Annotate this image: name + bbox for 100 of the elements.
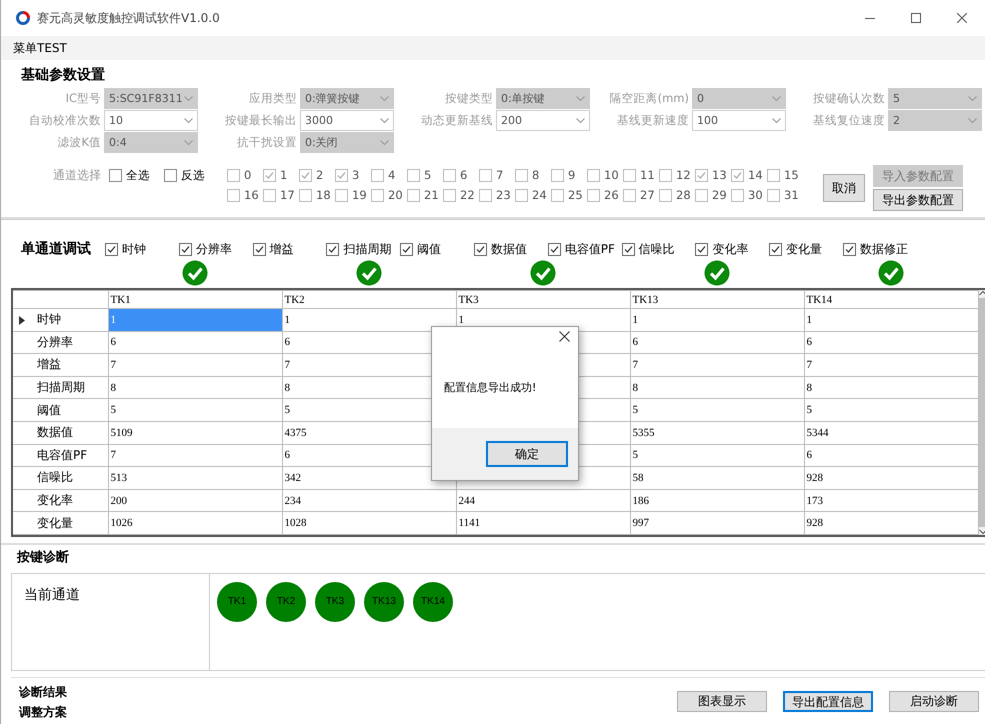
table-cell[interactable]: 58: [630, 466, 804, 490]
channel-checkbox[interactable]: 7: [479, 165, 515, 185]
table-cell[interactable]: 928: [804, 466, 978, 490]
channel-checkbox[interactable]: 22: [443, 185, 479, 205]
channel-checkbox[interactable]: 18: [299, 185, 335, 205]
checkbox[interactable]: 扫描周期: [326, 240, 400, 258]
channel-checkbox[interactable]: 23: [479, 185, 515, 205]
table-cell[interactable]: 997: [630, 512, 804, 534]
checkbox-icon[interactable]: [299, 168, 312, 182]
table-cell[interactable]: 1: [804, 308, 978, 332]
action-button[interactable]: 导出配置信息: [783, 691, 873, 712]
table-cell[interactable]: 200: [108, 489, 282, 512]
checkbox-icon[interactable]: [263, 188, 276, 202]
table-cell[interactable]: 5: [630, 444, 804, 467]
checkbox[interactable]: 变化量: [769, 240, 843, 258]
channel-checkbox[interactable]: 24: [515, 185, 551, 205]
channel-checkbox[interactable]: 16: [227, 185, 263, 205]
column-header[interactable]: TK2: [282, 290, 456, 308]
checkbox-icon[interactable]: [515, 168, 528, 182]
checkbox-icon[interactable]: [407, 188, 420, 202]
channel-checkbox[interactable]: 14: [731, 165, 767, 185]
checkbox-icon[interactable]: [479, 168, 492, 182]
scroll-down-icon[interactable]: [978, 528, 985, 535]
table-cell[interactable]: 1026: [108, 512, 282, 534]
table-cell[interactable]: 7: [804, 354, 978, 376]
checkbox[interactable]: 电容值PF: [548, 240, 622, 258]
table-cell[interactable]: 173: [804, 489, 978, 512]
channel-checkbox[interactable]: 26: [587, 185, 623, 205]
checkbox-icon[interactable]: [371, 168, 384, 182]
dropdown[interactable]: 10: [104, 110, 198, 131]
table-cell[interactable]: 6: [108, 331, 282, 354]
scroll-up-icon[interactable]: [978, 290, 985, 296]
column-header[interactable]: TK13: [630, 290, 804, 308]
table-cell[interactable]: 234: [282, 489, 456, 512]
channel-checkbox[interactable]: 0: [227, 165, 263, 185]
channel-checkbox[interactable]: 6: [443, 165, 479, 185]
checkbox-icon[interactable]: [842, 242, 856, 256]
checkbox-icon[interactable]: [587, 188, 600, 202]
table-cell[interactable]: 513: [108, 466, 282, 490]
channel-checkbox[interactable]: 29: [695, 185, 731, 205]
checkbox-icon[interactable]: [767, 168, 780, 182]
column-header[interactable]: TK1: [108, 290, 282, 308]
channel-checkbox[interactable]: 3: [335, 165, 371, 185]
dropdown[interactable]: 200: [496, 110, 590, 131]
channel-checkbox[interactable]: 21: [407, 185, 443, 205]
table-cell[interactable]: 5: [804, 398, 978, 422]
table-cell[interactable]: 928: [804, 512, 978, 534]
channel-checkbox[interactable]: 31: [767, 185, 803, 205]
table-cell[interactable]: 5: [108, 398, 282, 422]
table-cell[interactable]: 244: [456, 489, 630, 512]
channel-checkbox[interactable]: 10: [587, 165, 623, 185]
checkbox-icon[interactable]: [299, 188, 312, 202]
table-cell[interactable]: 6: [630, 331, 804, 354]
checkbox-icon[interactable]: [548, 242, 561, 256]
checkbox-icon[interactable]: [659, 188, 672, 202]
channel-checkbox[interactable]: 19: [335, 185, 371, 205]
checkbox[interactable]: 全选: [109, 165, 150, 185]
checkbox-icon[interactable]: [407, 168, 420, 182]
channel-checkbox[interactable]: 17: [263, 185, 299, 205]
checkbox[interactable]: 增益: [252, 240, 326, 258]
channel-checkbox[interactable]: 25: [551, 185, 587, 205]
checkbox[interactable]: 变化率: [695, 240, 770, 258]
channel-checkbox[interactable]: 20: [371, 185, 407, 205]
table-cell[interactable]: 6: [804, 331, 978, 354]
channel-checkbox[interactable]: 12: [659, 165, 695, 185]
ok-button[interactable]: 确定: [486, 441, 568, 467]
column-header[interactable]: TK3: [456, 290, 630, 308]
channel-checkbox[interactable]: 4: [371, 165, 407, 185]
maximize-icon[interactable]: [911, 13, 921, 23]
checkbox-icon[interactable]: [769, 242, 782, 256]
table-cell[interactable]: 1: [630, 308, 804, 332]
table-cell[interactable]: 5: [630, 398, 804, 422]
checkbox-icon[interactable]: [767, 188, 780, 202]
checkbox-icon[interactable]: [400, 242, 414, 256]
channel-checkbox[interactable]: 1: [263, 165, 299, 185]
config-button[interactable]: 导出参数配置: [873, 189, 963, 211]
dropdown[interactable]: 100: [692, 110, 786, 131]
checkbox-icon[interactable]: [443, 168, 456, 182]
checkbox-icon[interactable]: [443, 188, 456, 202]
checkbox-icon[interactable]: [515, 188, 528, 202]
checkbox-icon[interactable]: [587, 168, 600, 182]
table-cell[interactable]: 1141: [456, 512, 630, 534]
checkbox-icon[interactable]: [622, 242, 635, 256]
checkbox-icon[interactable]: [731, 188, 744, 202]
table-cell[interactable]: 8: [630, 376, 804, 399]
channel-checkbox[interactable]: 8: [515, 165, 551, 185]
checkbox-icon[interactable]: [695, 188, 708, 202]
table-cell[interactable]: 6: [804, 444, 978, 467]
checkbox-icon[interactable]: [474, 242, 487, 256]
table-cell[interactable]: 7: [108, 444, 282, 467]
checkbox-icon[interactable]: [623, 168, 636, 182]
checkbox-icon[interactable]: [164, 168, 177, 182]
table-cell[interactable]: 7: [630, 354, 804, 376]
channel-checkbox[interactable]: 9: [551, 165, 587, 185]
checkbox-icon[interactable]: [178, 242, 192, 256]
checkbox-icon[interactable]: [371, 188, 384, 202]
checkbox-icon[interactable]: [695, 168, 708, 182]
menu-item[interactable]: 菜单TEST: [1, 40, 79, 56]
checkbox-icon[interactable]: [326, 242, 340, 256]
checkbox-icon[interactable]: [105, 242, 118, 256]
